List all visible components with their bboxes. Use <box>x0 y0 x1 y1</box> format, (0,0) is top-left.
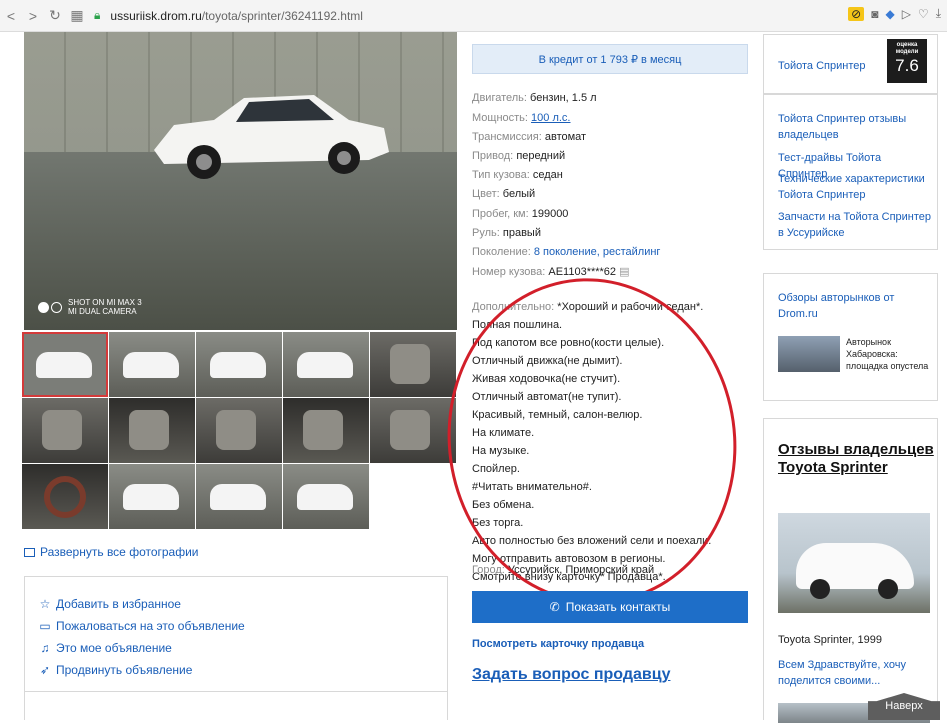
divider <box>25 691 447 692</box>
market-reviews-link[interactable]: Обзоры авторынков от Drom.ru <box>778 290 933 322</box>
my-listing-link[interactable]: ♫ Это мое объявление <box>39 641 172 655</box>
promote-link[interactable]: ➶ Продвинуть объявление <box>39 663 192 677</box>
thumbnail[interactable] <box>283 464 369 529</box>
listing-actions: ☆ Добавить в избранное ▭ Пожаловаться на э… <box>24 576 448 720</box>
owner-reviews-title[interactable]: Отзывы владельцев Toyota Sprinter <box>778 441 938 477</box>
reload-icon[interactable]: ↻ <box>44 7 66 24</box>
url-host: ussuriisk.drom.ru <box>110 8 202 23</box>
owner-reviews-box: Отзывы владельцев Toyota Sprinter Toyota… <box>763 418 938 723</box>
adblock-icon[interactable]: ⊘ <box>848 6 865 21</box>
thumbnail[interactable] <box>109 398 195 463</box>
grid-icon[interactable]: ▦ <box>66 7 88 24</box>
market-thumbnail[interactable] <box>778 336 840 372</box>
document-icon[interactable]: ▤ <box>619 266 629 278</box>
thumbnail[interactable] <box>196 464 282 529</box>
thumbnail-grid <box>22 332 458 529</box>
address-bar[interactable]: ussuriisk.drom.ru/toyota/sprinter/362411… <box>110 9 363 23</box>
generation-link[interactable]: 8 поколение, рестайлинг <box>534 246 661 258</box>
spec-frame-number: Номер кузова: AE1103****62 ▤ <box>472 266 630 278</box>
thumbnail[interactable] <box>196 398 282 463</box>
star-icon: ☆ <box>39 597 51 611</box>
thumbnail[interactable] <box>283 398 369 463</box>
rocket-icon: ➶ <box>39 663 51 677</box>
spec-transmission: Трансмиссия: автомат <box>472 131 587 143</box>
spec-mileage: Пробег, км: 199000 <box>472 208 569 220</box>
car-image <box>154 95 389 179</box>
lock-icon: 🔒︎ <box>94 8 101 22</box>
model-rating-link[interactable]: Тойота Спринтер <box>778 60 865 72</box>
add-favorite-link[interactable]: ☆ Добавить в избранное <box>39 597 181 611</box>
browser-extensions: ⊘ ◙ ◆ ▷ ♡ ⤓ <box>848 6 941 21</box>
spec-generation: Поколение: 8 поколение, рестайлинг <box>472 246 661 258</box>
bell-icon: ♫ <box>40 641 50 655</box>
model-rating-box: Тойота Спринтер оценка модели 7.6 <box>763 34 938 94</box>
send-icon[interactable]: ▷ <box>902 7 911 21</box>
thumbnail[interactable] <box>109 464 195 529</box>
comment-icon: ▭ <box>39 619 51 633</box>
spec-engine: Двигатель: бензин, 1.5 л <box>472 92 597 104</box>
thumbnail[interactable] <box>196 332 282 397</box>
thumbnail[interactable] <box>370 398 456 463</box>
browser-toolbar: < > ↻ ▦ 🔒︎ ussuriisk.drom.ru/toyota/spri… <box>0 0 947 32</box>
rating-badge: оценка модели 7.6 <box>887 39 927 83</box>
parts-link[interactable]: Запчасти на Тойота Спринтер в Уссурийске <box>778 209 933 241</box>
forward-icon[interactable]: > <box>22 8 44 24</box>
power-link[interactable]: 100 л.с. <box>531 112 570 124</box>
specs-link[interactable]: Технические характеристики Тойота Спринт… <box>778 171 933 203</box>
url-path: /toyota/sprinter/36241192.html <box>201 8 363 23</box>
shield-icon[interactable]: ◆ <box>885 7 894 21</box>
spec-body: Тип кузова: седан <box>472 169 563 181</box>
spec-wheel: Руль: правый <box>472 227 541 239</box>
back-icon[interactable]: < <box>0 8 22 24</box>
model-links-box: Тойота Спринтер отзывы владельцев Тест-д… <box>763 94 938 250</box>
thumbnail[interactable] <box>22 332 108 397</box>
heart-icon[interactable]: ♡ <box>918 7 929 21</box>
show-contacts-button[interactable]: ✆ Показать контакты <box>472 591 748 623</box>
complain-link[interactable]: ▭ Пожаловаться на это объявление <box>39 619 244 633</box>
review-car-image[interactable] <box>778 513 930 613</box>
ask-seller-link[interactable]: Задать вопрос продавцу <box>472 666 670 684</box>
thumbnail[interactable] <box>283 332 369 397</box>
review-snippet[interactable]: Всем Здравствуйте, хочу поделится своими… <box>778 657 933 689</box>
spec-color: Цвет: белый <box>472 188 536 200</box>
camera-watermark: SHOT ON MI MAX 3 MI DUAL CAMERA <box>38 298 142 316</box>
credit-button[interactable]: В кредит от 1 793 ₽ в месяц <box>472 44 748 74</box>
thumbnail[interactable] <box>370 332 456 397</box>
review-model: Toyota Sprinter, 1999 <box>778 634 882 646</box>
spec-drive: Привод: передний <box>472 150 566 162</box>
expand-icon <box>24 547 35 557</box>
market-caption[interactable]: Авторынок Хабаровска: площадка опустела <box>846 336 934 372</box>
phone-icon: ✆ <box>549 600 560 614</box>
thumbnail[interactable] <box>109 332 195 397</box>
main-photo[interactable]: SHOT ON MI MAX 3 MI DUAL CAMERA <box>24 32 457 330</box>
camera-icon[interactable]: ◙ <box>871 7 878 21</box>
spec-power: Мощность: 100 л.с. <box>472 112 571 124</box>
thumbnail[interactable] <box>22 464 108 529</box>
expand-photos-link[interactable]: Развернуть все фотографии <box>24 545 199 559</box>
seller-card-link[interactable]: Посмотреть карточку продавца <box>472 638 644 650</box>
thumbnail[interactable] <box>22 398 108 463</box>
download-icon[interactable]: ⤓ <box>936 6 941 21</box>
owners-reviews-link[interactable]: Тойота Спринтер отзывы владельцев <box>778 111 933 143</box>
market-reviews-box: Обзоры авторынков от Drom.ru Авторынок Х… <box>763 273 938 401</box>
